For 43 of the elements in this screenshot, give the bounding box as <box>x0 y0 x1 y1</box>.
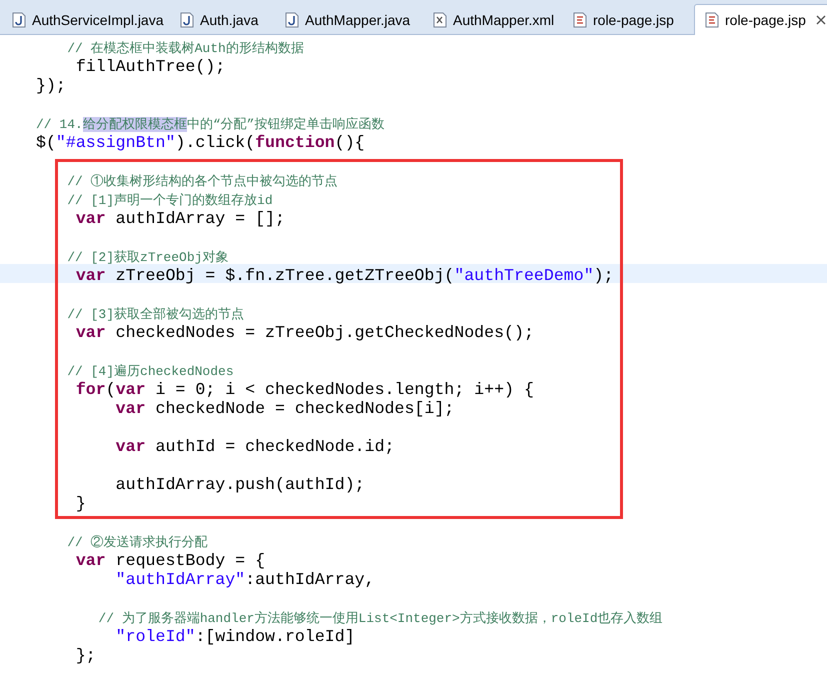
code-line: var zTreeObj = $.fn.zTree.getZTreeObj("authTreeDemo"); <box>74 266 614 285</box>
java-file-icon <box>285 12 299 28</box>
code-line: for(var i = 0; i < checkedNodes.length; i++) { <box>74 380 534 399</box>
editor-tab[interactable]: Auth.java <box>170 6 270 34</box>
tab-label: role-page.jsp <box>593 10 674 30</box>
code-line: var authId = checkedNode.id; <box>114 437 394 456</box>
code-line: authIdArray.push(authId); <box>114 475 365 494</box>
code-comment: // [3]获取全部被勾选的节点 <box>66 306 244 324</box>
jsp-file-icon <box>705 12 719 28</box>
editor-tab[interactable]: AuthServiceImpl.java <box>2 6 165 34</box>
editor-tab[interactable]: AuthMapper.xml <box>423 6 558 34</box>
code-line: "roleId":[window.roleId] <box>114 627 355 646</box>
tab-label: AuthMapper.xml <box>453 10 554 30</box>
code-line: $("#assignBtn").click(function(){ <box>36 133 365 152</box>
java-file-icon <box>12 12 26 28</box>
java-file-icon <box>180 12 194 28</box>
code-line: var checkedNode = checkedNodes[i]; <box>114 399 454 418</box>
code-line: "authIdArray":authIdArray, <box>114 570 375 589</box>
code-line: }); <box>36 76 66 95</box>
code-comment: // 为了服务器端handler方法能够统一使用List<Integer>方式接收数据，roleId也存入数组 <box>97 610 663 628</box>
code-comment: // [4]遍历checkedNodes <box>66 363 234 381</box>
editor-tab[interactable]: role-page.jsp <box>694 4 827 35</box>
editor-tab[interactable]: AuthMapper.java <box>275 6 418 34</box>
code-comment: // 在模态框中装载树Auth的形结构数据 <box>66 40 304 58</box>
editor-tab[interactable]: role-page.jsp <box>563 6 689 34</box>
code-comment: // [1]声明一个专门的数组存放id <box>66 192 273 210</box>
tab-label: role-page.jsp <box>725 10 806 30</box>
close-icon[interactable] <box>816 15 826 25</box>
tab-label: AuthServiceImpl.java <box>32 10 164 30</box>
tab-label: Auth.java <box>200 10 258 30</box>
code-comment: // ②发送请求执行分配 <box>66 534 208 552</box>
code-line: fillAuthTree(); <box>74 57 226 76</box>
jsp-file-icon <box>573 12 587 28</box>
code-line: } <box>74 494 86 513</box>
code-line: }; <box>74 646 96 665</box>
code-comment: // 14.给分配权限模态框中的“分配”按钮绑定单击响应函数 <box>36 116 384 134</box>
code-line: var checkedNodes = zTreeObj.getCheckedNodes(); <box>74 323 534 342</box>
code-line: var authIdArray = []; <box>74 209 285 228</box>
tab-label: AuthMapper.java <box>305 10 410 30</box>
code-comment: // ①收集树形结构的各个节点中被勾选的节点 <box>66 173 338 191</box>
xml-file-icon <box>433 12 447 28</box>
code-line: var requestBody = { <box>74 551 266 570</box>
code-comment: // [2]获取zTreeObj对象 <box>66 249 228 267</box>
